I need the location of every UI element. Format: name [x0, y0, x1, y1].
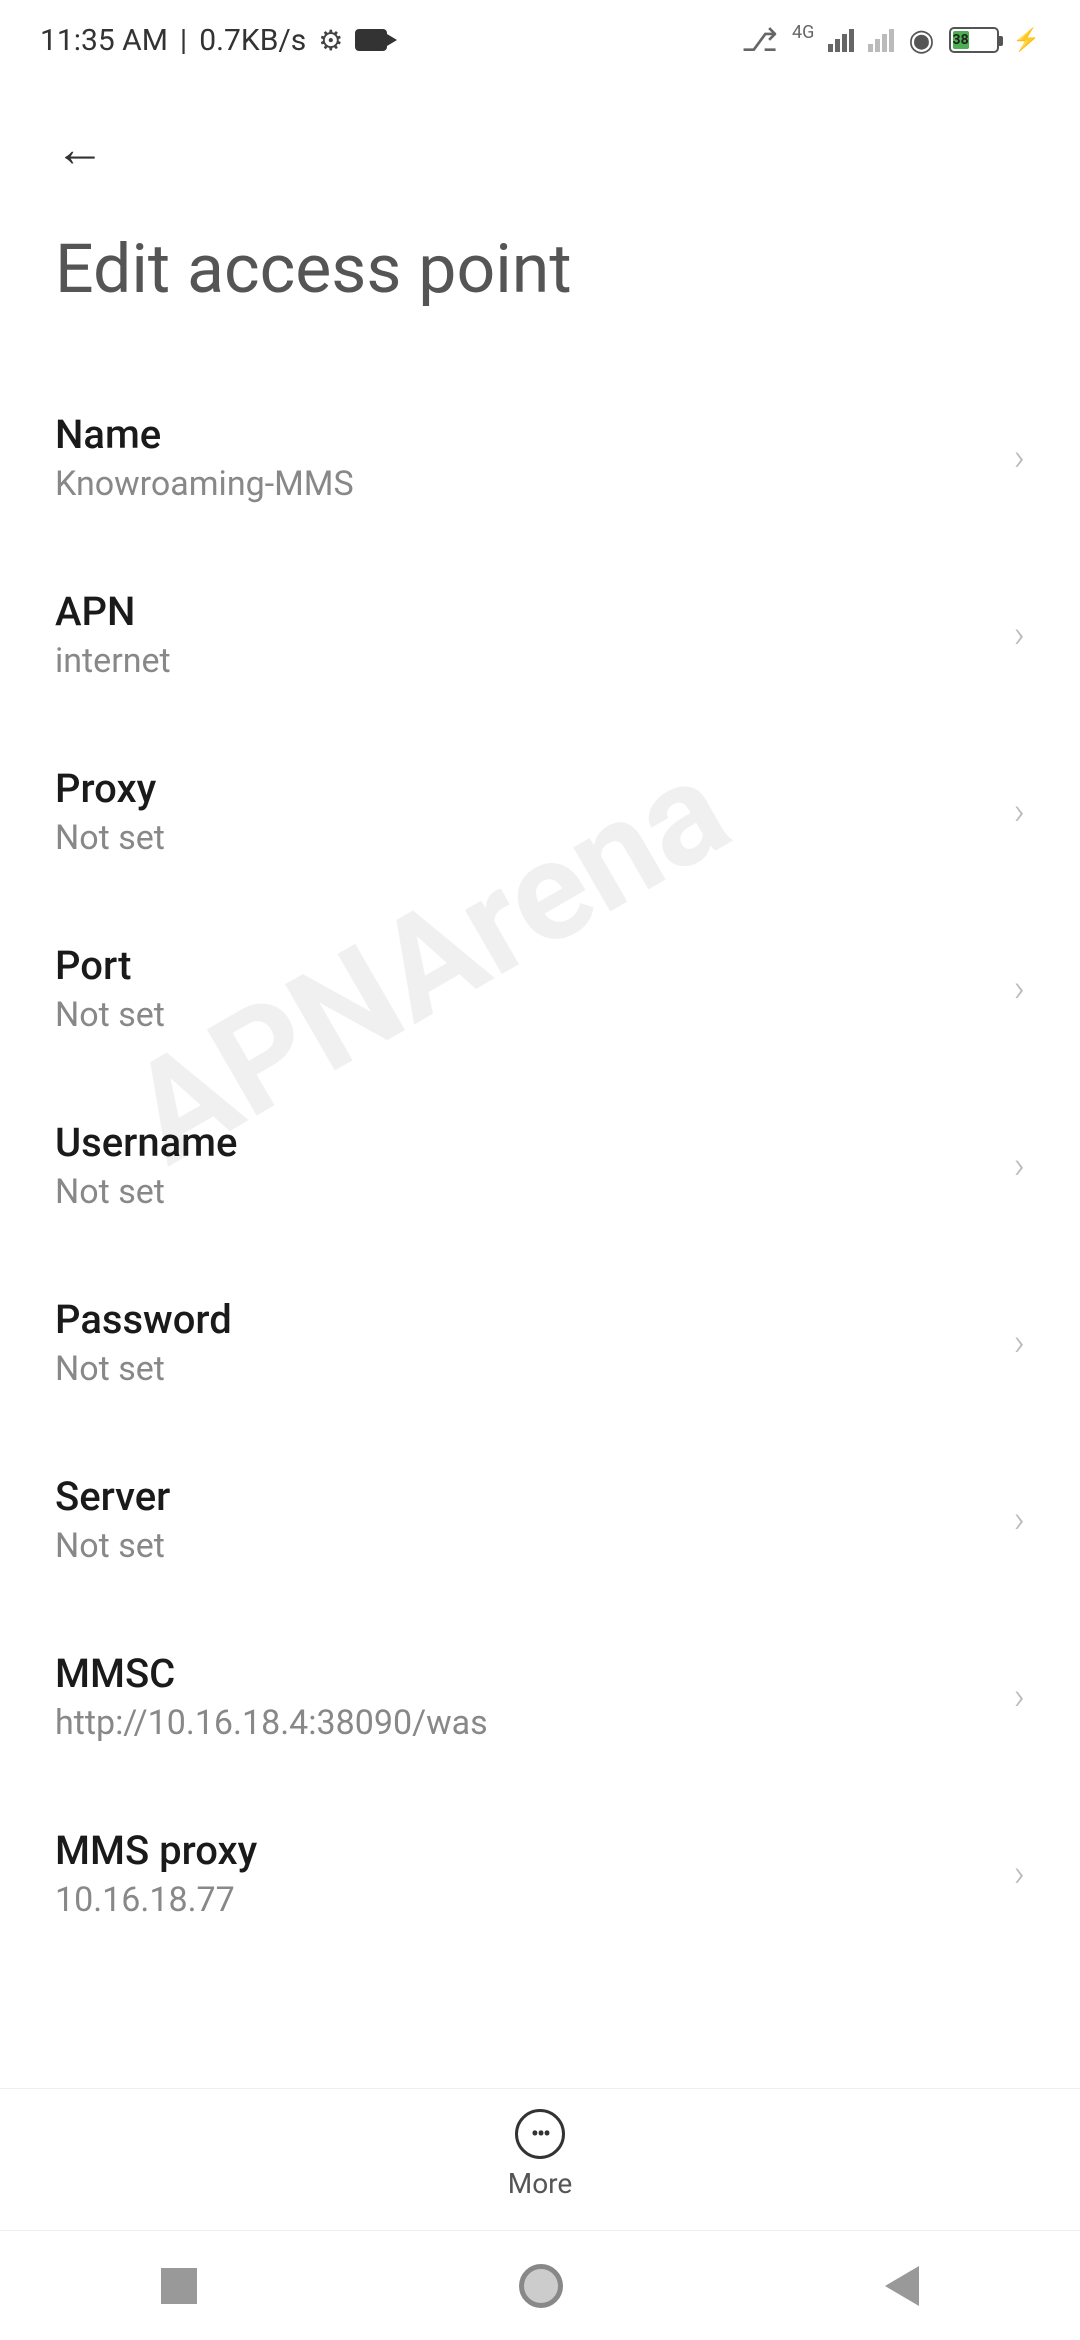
- back-button[interactable]: ←: [0, 80, 1080, 199]
- camera-icon: [355, 29, 387, 51]
- signal-bars-sim2-icon: [868, 28, 894, 52]
- status-left: 11:35 AM | 0.7KB/s ⚙: [40, 23, 387, 58]
- chevron-right-icon: ›: [1014, 1852, 1025, 1896]
- setting-item-server[interactable]: Server Not set ›: [0, 1431, 1080, 1608]
- setting-label: MMS proxy: [55, 1827, 1014, 1874]
- setting-item-mms-proxy[interactable]: MMS proxy 10.16.18.77 ›: [0, 1785, 1080, 1962]
- signal-bars-sim1-icon: [828, 28, 854, 52]
- more-label: More: [508, 2167, 573, 2200]
- chevron-right-icon: ›: [1014, 613, 1025, 657]
- chevron-right-icon: ›: [1014, 1321, 1025, 1365]
- setting-item-proxy[interactable]: Proxy Not set ›: [0, 723, 1080, 900]
- setting-item-name[interactable]: Name Knowroaming-MMS ›: [0, 369, 1080, 546]
- chevron-right-icon: ›: [1014, 1144, 1025, 1188]
- settings-list: Name Knowroaming-MMS › APN internet › Pr…: [0, 369, 1080, 1962]
- status-right: ⎇ 4G ◉ 38 ⚡: [741, 21, 1040, 59]
- battery-icon: 38: [949, 27, 999, 53]
- setting-label: APN: [55, 588, 1014, 635]
- page-title: Edit access point: [0, 199, 1080, 369]
- setting-item-apn[interactable]: APN internet ›: [0, 546, 1080, 723]
- nav-home-button[interactable]: [519, 2264, 563, 2308]
- setting-label: Username: [55, 1119, 1014, 1166]
- bottom-action-bar: ••• More: [0, 2088, 1080, 2230]
- setting-label: Name: [55, 411, 1014, 458]
- battery-percent: 38: [953, 31, 969, 49]
- setting-item-username[interactable]: Username Not set ›: [0, 1077, 1080, 1254]
- setting-value: Not set: [55, 1172, 1014, 1212]
- more-icon: •••: [515, 2109, 565, 2159]
- charging-icon: ⚡: [1013, 28, 1040, 53]
- bluetooth-icon: ⎇: [741, 21, 778, 59]
- content-area: ← Edit access point APNArena Name Knowro…: [0, 80, 1080, 2110]
- setting-value: 10.16.18.77: [55, 1880, 1014, 1920]
- setting-value: Not set: [55, 818, 1014, 858]
- setting-value: internet: [55, 641, 1014, 681]
- chevron-right-icon: ›: [1014, 436, 1025, 480]
- nav-back-button[interactable]: [885, 2266, 919, 2306]
- status-time: 11:35 AM: [40, 23, 168, 58]
- chevron-right-icon: ›: [1014, 1498, 1025, 1542]
- back-arrow-icon: ←: [55, 121, 105, 179]
- chevron-right-icon: ›: [1014, 967, 1025, 1011]
- setting-item-port[interactable]: Port Not set ›: [0, 900, 1080, 1077]
- setting-label: Server: [55, 1473, 1014, 1520]
- setting-item-mmsc[interactable]: MMSC http://10.16.18.4:38090/was ›: [0, 1608, 1080, 1785]
- setting-value: Not set: [55, 995, 1014, 1035]
- chevron-right-icon: ›: [1014, 790, 1025, 834]
- navigation-bar: [0, 2230, 1080, 2340]
- gear-icon: ⚙: [318, 24, 343, 57]
- setting-value: Knowroaming-MMS: [55, 464, 1014, 504]
- status-data-rate: 0.7KB/s: [199, 23, 306, 58]
- setting-value: Not set: [55, 1349, 1014, 1389]
- chevron-right-icon: ›: [1014, 1675, 1025, 1719]
- setting-label: Proxy: [55, 765, 1014, 812]
- network-type-label: 4G: [792, 22, 814, 43]
- wifi-icon: ◉: [908, 23, 934, 58]
- setting-item-password[interactable]: Password Not set ›: [0, 1254, 1080, 1431]
- setting-label: Port: [55, 942, 1014, 989]
- setting-label: Password: [55, 1296, 1014, 1343]
- setting-value: Not set: [55, 1526, 1014, 1566]
- setting-label: MMSC: [55, 1650, 1014, 1697]
- more-button[interactable]: ••• More: [508, 2109, 573, 2200]
- status-bar: 11:35 AM | 0.7KB/s ⚙ ⎇ 4G ◉ 38 ⚡: [0, 0, 1080, 80]
- setting-value: http://10.16.18.4:38090/was: [55, 1703, 1014, 1743]
- nav-recent-button[interactable]: [161, 2268, 197, 2304]
